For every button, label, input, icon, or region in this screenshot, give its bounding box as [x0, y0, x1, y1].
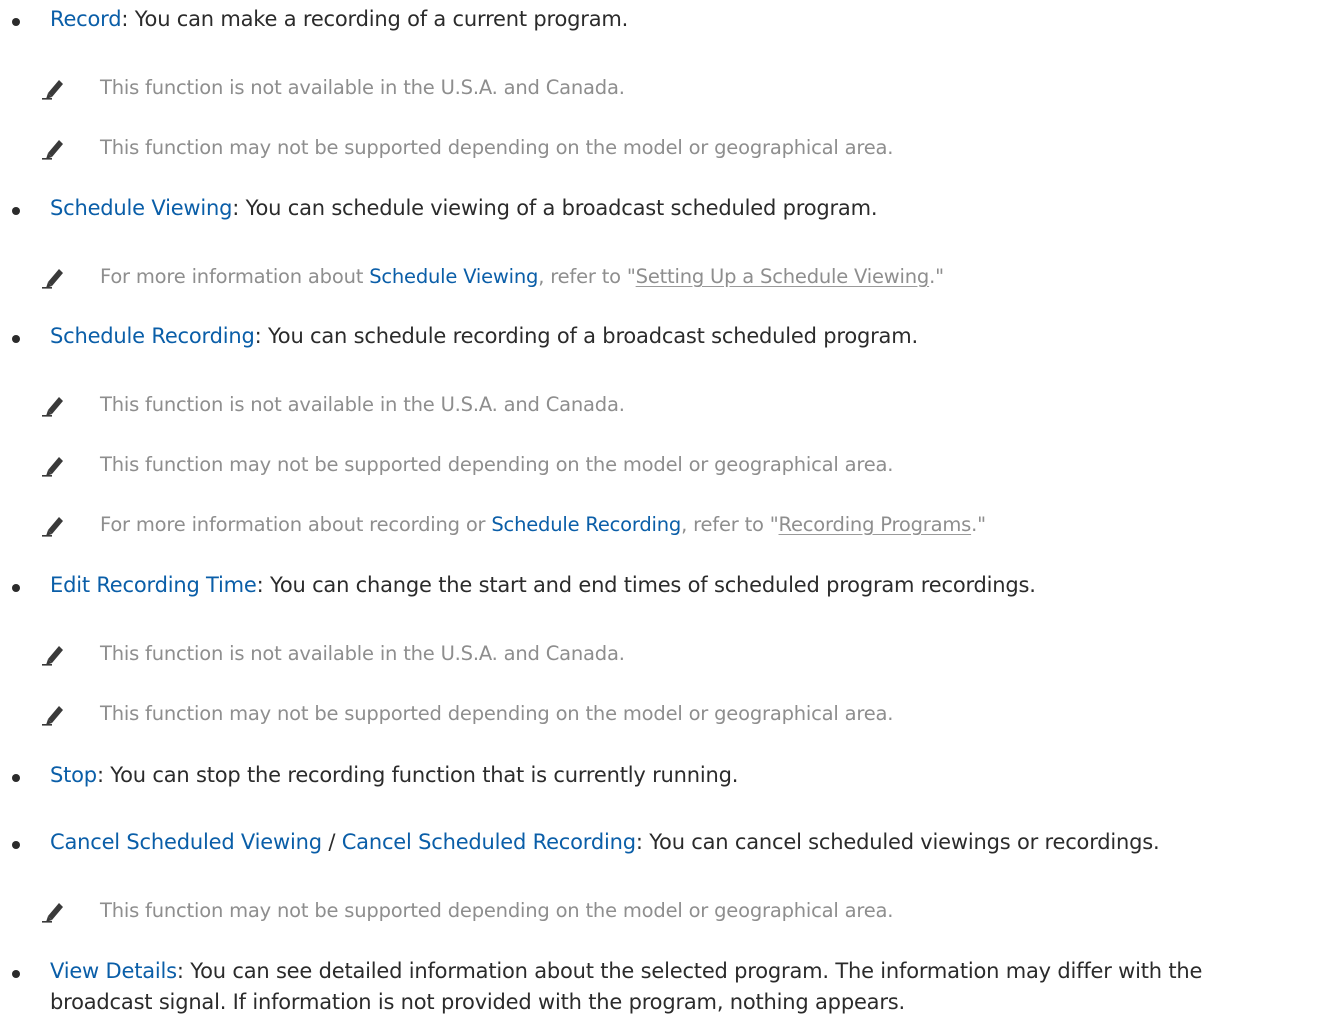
- term-record[interactable]: Record: [50, 7, 122, 31]
- bullet: [12, 841, 20, 849]
- item-text: Cancel Scheduled Viewing / Cancel Schedu…: [50, 827, 1310, 858]
- item-description: : You can make a recording of a current …: [121, 7, 629, 31]
- pencil-icon: [40, 513, 66, 537]
- note-text: For more information about recording or …: [100, 513, 986, 536]
- item-text: Schedule Viewing: You can schedule viewi…: [50, 193, 1310, 224]
- item-text: Edit Recording Time: You can change the …: [50, 570, 1310, 601]
- note-term: Schedule Recording: [491, 513, 682, 536]
- bullet: [12, 584, 20, 592]
- note-text: This function may not be supported depen…: [100, 899, 894, 922]
- note-text: This function is not available in the U.…: [100, 393, 625, 416]
- note-text: This function may not be supported depen…: [100, 453, 894, 476]
- item-text: View Details: You can see detailed infor…: [50, 956, 1310, 1018]
- pencil-icon: [40, 702, 66, 726]
- item-text: Stop: You can stop the recording functio…: [50, 760, 1310, 791]
- pencil-icon: [40, 76, 66, 100]
- note-text: This function may not be supported depen…: [100, 702, 894, 725]
- note-text: For more information about Schedule View…: [100, 265, 944, 288]
- term-schedule-recording[interactable]: Schedule Recording: [50, 324, 255, 348]
- item-description: : You can change the start and end times…: [256, 573, 1036, 597]
- recording-programs-link[interactable]: Recording Programs: [779, 513, 972, 536]
- term-schedule-viewing[interactable]: Schedule Viewing: [50, 196, 232, 220]
- pencil-icon: [40, 136, 66, 160]
- pencil-icon: [40, 453, 66, 477]
- separator: /: [328, 830, 336, 854]
- item-description: : You can schedule viewing of a broadcas…: [232, 196, 878, 220]
- term-cancel-scheduled-viewing[interactable]: Cancel Scheduled Viewing: [50, 830, 322, 854]
- note-text: This function may not be supported depen…: [100, 136, 894, 159]
- bullet: [12, 18, 20, 26]
- bullet: [12, 774, 20, 782]
- pencil-icon: [40, 642, 66, 666]
- term-view-details[interactable]: View Details: [50, 959, 177, 983]
- bullet: [12, 335, 20, 343]
- pencil-icon: [40, 899, 66, 923]
- note-text: This function is not available in the U.…: [100, 642, 625, 665]
- item-description: : You can see detailed information about…: [50, 959, 1203, 1014]
- note-term: Schedule Viewing: [369, 265, 539, 288]
- setting-up-schedule-viewing-link[interactable]: Setting Up a Schedule Viewing: [636, 265, 930, 288]
- note-text: This function is not available in the U.…: [100, 76, 625, 99]
- term-stop[interactable]: Stop: [50, 763, 97, 787]
- term-cancel-scheduled-recording[interactable]: Cancel Scheduled Recording: [342, 830, 636, 854]
- item-description: : You can cancel scheduled viewings or r…: [635, 830, 1160, 854]
- item-text: Schedule Recording: You can schedule rec…: [50, 321, 1310, 352]
- pencil-icon: [40, 265, 66, 289]
- item-text: Record: You can make a recording of a cu…: [50, 4, 1310, 35]
- item-description: : You can stop the recording function th…: [96, 763, 739, 787]
- item-description: : You can schedule recording of a broadc…: [254, 324, 919, 348]
- bullet: [12, 207, 20, 215]
- term-edit-recording-time[interactable]: Edit Recording Time: [50, 573, 257, 597]
- pencil-icon: [40, 393, 66, 417]
- bullet: [12, 970, 20, 978]
